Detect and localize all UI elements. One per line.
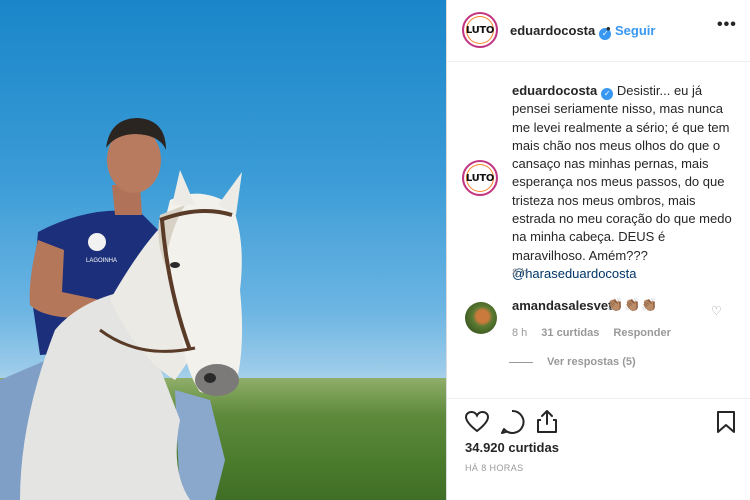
shirt-logo-text: LAGOINHA [86, 258, 117, 264]
caption-author-avatar[interactable]: LUTO [462, 160, 498, 196]
comment-likes[interactable]: 31 curtidas [541, 327, 599, 339]
share-icon[interactable] [535, 408, 559, 434]
view-replies-label: Ver respostas (5) [547, 356, 636, 368]
heart-icon[interactable] [464, 410, 490, 434]
caption-text: Desistir... eu já pensei seriamente niss… [512, 83, 732, 263]
rider-and-horse-illustration: LAGOINHA [0, 118, 243, 500]
post-photo[interactable]: LAGOINHA [0, 0, 446, 500]
header-separator: • [606, 21, 611, 36]
view-replies-button[interactable]: Ver respostas (5) [509, 356, 636, 368]
caption-mention-link[interactable]: @haraseduardocosta [512, 265, 736, 283]
comment-bubble-icon[interactable] [499, 409, 525, 435]
post-caption: eduardocosta ✓ Desistir... eu já pensei s… [512, 82, 736, 283]
commenter-avatar[interactable] [465, 302, 497, 334]
posted-time[interactable]: HÁ 8 HORAS [465, 463, 524, 473]
comment-timestamp[interactable]: 8 h [512, 327, 527, 339]
author-username-text: eduardocosta [510, 23, 596, 38]
commenter-username[interactable]: amandasalesvet [512, 298, 612, 313]
comment-reply-button[interactable]: Responder [613, 327, 670, 339]
caption-username[interactable]: eduardocosta [512, 83, 597, 98]
caption-verified-badge-icon: ✓ [601, 88, 614, 100]
author-avatar[interactable]: LUTO [462, 12, 498, 48]
more-options-icon[interactable]: ••• [717, 16, 737, 34]
bookmark-icon[interactable] [716, 410, 736, 434]
author-username[interactable]: eduardocosta ✓ [510, 23, 612, 40]
post-actions-bar: 34.920 curtidas HÁ 8 HORAS [447, 398, 750, 500]
comment-like-heart-icon[interactable]: ♡ [711, 304, 722, 318]
comment-text: 👏🏽👏🏽👏🏽 [607, 297, 659, 312]
follow-button[interactable]: Seguir [615, 23, 655, 38]
post-header: LUTO eduardocosta ✓ • Seguir ••• [447, 0, 750, 62]
post-details-panel: LUTO eduardocosta ✓ • Seguir ••• LUTO edu… [447, 0, 750, 500]
next-comment-partial [467, 390, 717, 398]
replies-divider-line [509, 361, 533, 363]
likes-count[interactable]: 34.920 curtidas [465, 440, 559, 455]
caption-timestamp[interactable]: 8 h [512, 267, 527, 279]
comment-meta: 8 h 31 curtidas Responder [512, 327, 671, 339]
author-avatar-text: LUTO [465, 24, 495, 36]
caption-avatar-text: LUTO [465, 172, 495, 184]
